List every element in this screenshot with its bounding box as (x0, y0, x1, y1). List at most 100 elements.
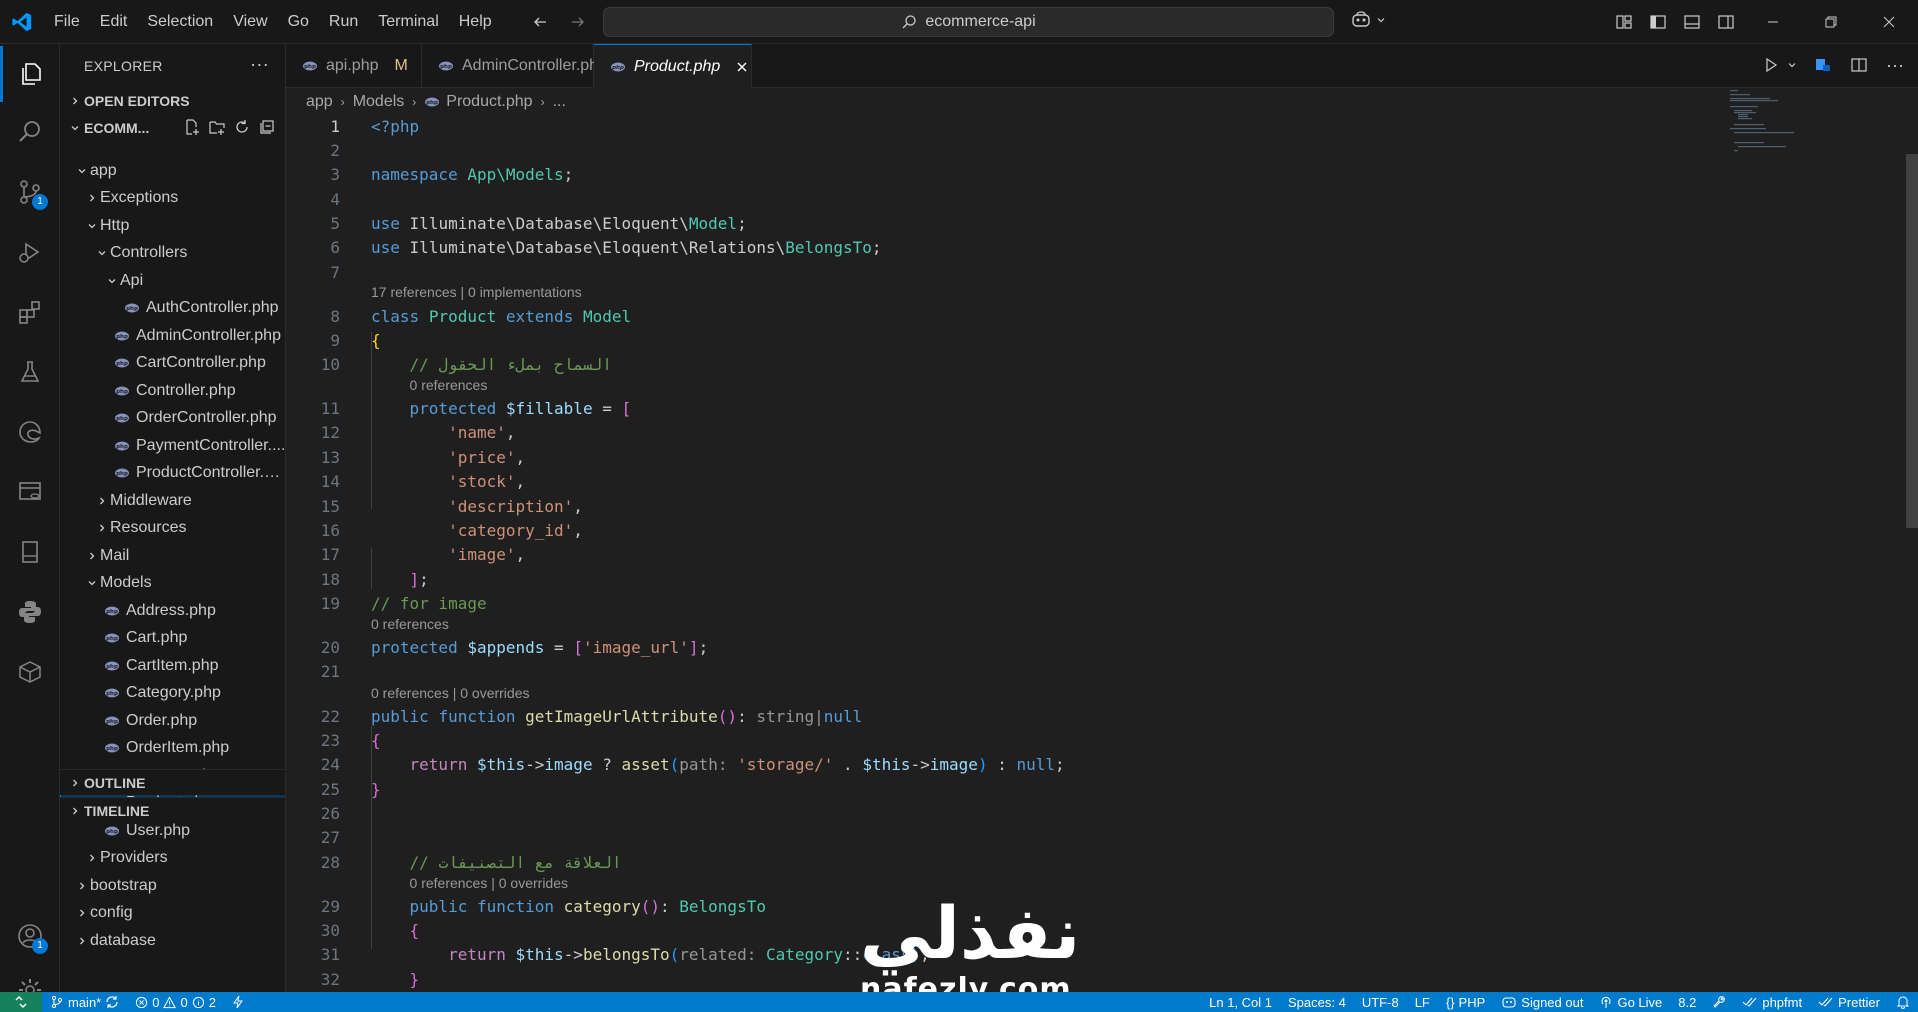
container-icon[interactable] (0, 644, 60, 700)
formatter-item[interactable]: phpfmt (1734, 992, 1810, 1012)
tab-admincontroller-php[interactable]: php AdminController.php (422, 44, 607, 88)
go-live-button[interactable]: Go Live (1591, 992, 1670, 1012)
folder-models[interactable]: Models (60, 570, 285, 597)
code-lens[interactable]: 0 references | 0 overrides (371, 683, 530, 703)
new-file-icon[interactable] (183, 118, 201, 139)
remote-indicator[interactable] (0, 992, 42, 1012)
file-admincontroller-php[interactable]: php AdminController.php (60, 322, 285, 349)
language-mode[interactable]: {} PHP (1438, 992, 1493, 1012)
more-actions-icon[interactable]: ··· (250, 54, 269, 75)
folder-middleware[interactable]: Middleware (60, 487, 285, 514)
lightning-item[interactable] (224, 992, 252, 1012)
folder-exceptions[interactable]: Exceptions (60, 185, 285, 212)
folder-bootstrap[interactable]: bootstrap (60, 872, 285, 899)
folder-config[interactable]: config (60, 900, 285, 927)
code-lens[interactable]: 0 references (371, 614, 449, 634)
edge-browser-icon[interactable] (0, 404, 60, 460)
restore-icon[interactable] (1802, 0, 1860, 44)
chevron-down-icon[interactable] (1786, 54, 1798, 76)
remote-explorer-icon[interactable] (0, 464, 60, 520)
menu-terminal[interactable]: Terminal (368, 0, 448, 44)
toggle-panel-icon[interactable] (1680, 10, 1704, 34)
file-ordercontroller-php[interactable]: php OrderController.php (60, 405, 285, 432)
explorer-icon[interactable] (0, 46, 60, 102)
file-orderitem-php[interactable]: php OrderItem.php (60, 735, 285, 762)
minimap[interactable] (1728, 88, 1808, 168)
minimize-icon[interactable] (1744, 0, 1802, 44)
code-lens[interactable]: 17 references | 0 implementations (371, 282, 582, 302)
close-icon[interactable] (736, 58, 748, 76)
project-section[interactable]: ECOMM... (60, 115, 285, 141)
branch-item[interactable]: main* (42, 992, 127, 1012)
testing-flask-icon[interactable] (0, 344, 60, 400)
menu-selection[interactable]: Selection (137, 0, 223, 44)
file-category-php[interactable]: php Category.php (60, 680, 285, 707)
menu-help[interactable]: Help (449, 0, 502, 44)
folder-http[interactable]: Http (60, 212, 285, 239)
refresh-icon[interactable] (233, 118, 251, 139)
file-paymentcontroller[interactable]: php PaymentController.... (60, 432, 285, 459)
tab-api-php[interactable]: php api.php M (286, 44, 422, 88)
account-status[interactable]: Signed out (1493, 992, 1591, 1012)
command-center-search[interactable]: ecommerce-api (603, 7, 1334, 37)
more-actions-icon[interactable]: ··· (1884, 54, 1906, 76)
file-order-php[interactable]: php Order.php (60, 707, 285, 734)
problems-item[interactable]: 0 0 2 (127, 992, 224, 1012)
folder-app[interactable]: app (60, 157, 285, 184)
split-editor-icon[interactable] (1848, 54, 1870, 76)
cursor-position[interactable]: Ln 1, Col 1 (1201, 992, 1280, 1012)
close-window-icon[interactable] (1860, 0, 1918, 44)
file-controller-php[interactable]: php Controller.php (60, 377, 285, 404)
menu-edit[interactable]: Edit (90, 0, 138, 44)
folder-providers[interactable]: Providers (60, 845, 285, 872)
file-cartitem-php[interactable]: php CartItem.php (60, 652, 285, 679)
breadcrumb-item[interactable]: Models (353, 93, 405, 111)
file-authcontroller-php[interactable]: php AuthController.php (60, 295, 285, 322)
menu-run[interactable]: Run (319, 0, 368, 44)
folder-database[interactable]: database (60, 927, 285, 954)
notebook-icon[interactable] (0, 524, 60, 580)
folder-controllers[interactable]: Controllers (60, 240, 285, 267)
search-icon[interactable] (0, 104, 60, 160)
vertical-scrollbar[interactable] (1904, 114, 1918, 992)
back-arrow-icon[interactable] (528, 8, 552, 36)
notifications-item[interactable] (1888, 992, 1918, 1012)
extensions-icon[interactable] (0, 284, 60, 340)
python-icon[interactable] (0, 584, 60, 640)
php-version[interactable]: 8.2 (1670, 992, 1704, 1012)
breadcrumb-item[interactable]: Product.php (446, 93, 532, 111)
folder-mail[interactable]: Mail (60, 542, 285, 569)
outline-section[interactable]: OUTLINE (60, 769, 285, 795)
customize-layout-icon[interactable] (1612, 10, 1636, 34)
code-editor[interactable]: 1 <?php 2 3 namespace App\Models; 4 5 use Illum… (286, 114, 1906, 992)
file-cartcontroller-php[interactable]: php CartController.php (60, 350, 285, 377)
code-lens[interactable]: 0 references | 0 overrides (410, 873, 569, 893)
run-icon[interactable] (1760, 54, 1782, 76)
code-lens[interactable]: 0 references (410, 375, 488, 395)
run-debug-icon[interactable] (0, 224, 60, 280)
collapse-all-icon[interactable] (258, 118, 276, 139)
timeline-section[interactable]: TIMELINE (60, 797, 285, 823)
toggle-primary-sidebar-icon[interactable] (1646, 10, 1670, 34)
folder-api[interactable]: Api (60, 267, 285, 294)
open-editors-section[interactable]: OPEN EDITORS (60, 88, 285, 114)
menu-go[interactable]: Go (278, 0, 319, 44)
encoding[interactable]: UTF-8 (1354, 992, 1407, 1012)
toggle-secondary-sidebar-icon[interactable] (1714, 10, 1738, 34)
indentation[interactable]: Spaces: 4 (1280, 992, 1354, 1012)
file-address-php[interactable]: php Address.php (60, 597, 285, 624)
file-productcontroller-p[interactable]: php ProductController.p... (60, 460, 285, 487)
tools-item[interactable] (1704, 992, 1734, 1012)
menu-file[interactable]: File (44, 0, 90, 44)
remote-file-icon[interactable] (1812, 54, 1834, 76)
accounts-icon[interactable]: 1 (0, 908, 60, 964)
prettier-item[interactable]: Prettier (1810, 992, 1888, 1012)
copilot-menu[interactable] (1350, 10, 1387, 30)
new-folder-icon[interactable] (208, 118, 226, 139)
end-of-line[interactable]: LF (1407, 992, 1438, 1012)
tab-product-php[interactable]: php Product.php (594, 44, 752, 88)
folder-resources[interactable]: Resources (60, 515, 285, 542)
forward-arrow-icon[interactable] (566, 8, 590, 36)
scrollbar-thumb[interactable] (1906, 154, 1918, 528)
menu-view[interactable]: View (223, 0, 277, 44)
